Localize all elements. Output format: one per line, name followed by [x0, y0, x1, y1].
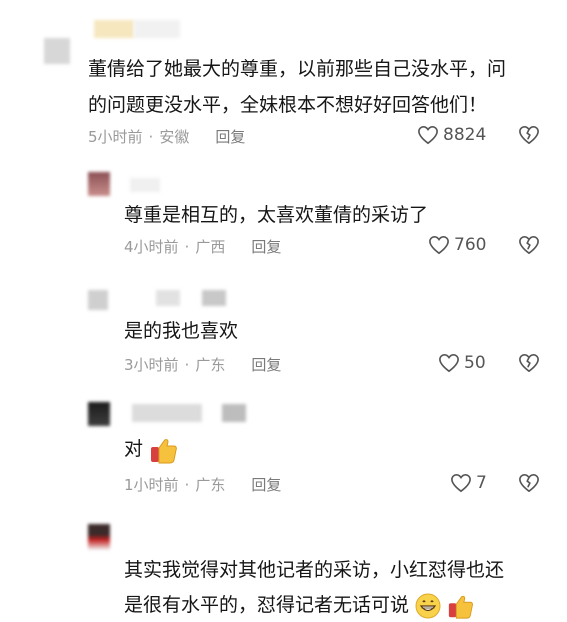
comment-meta: 3小时前 · 广东 回复 — [124, 354, 281, 375]
avatar[interactable] — [44, 38, 70, 64]
comment-meta: 5小时前 · 安徽 回复 — [88, 126, 245, 147]
comment-meta: 1小时前 · 广东 回复 — [124, 474, 281, 495]
separator-dot: · — [184, 355, 190, 374]
username-redacted[interactable] — [94, 20, 134, 38]
thumbs-up-emoji — [151, 438, 177, 463]
username-redacted — [222, 404, 246, 422]
like-button[interactable]: 8824 — [417, 125, 486, 145]
comment-text: 董倩给了她最大的尊重，以前那些自己没水平，问 — [88, 58, 507, 80]
username-redacted — [134, 20, 180, 38]
reply-button[interactable]: 回复 — [215, 126, 245, 147]
like-button[interactable]: 760 — [428, 235, 486, 255]
reply-button[interactable]: 回复 — [251, 354, 281, 375]
separator-dot: · — [184, 475, 190, 494]
reply-button[interactable]: 回复 — [251, 474, 281, 495]
like-count: 7 — [476, 473, 487, 493]
avatar[interactable] — [88, 290, 108, 310]
separator-dot: · — [184, 237, 190, 256]
broken-heart-icon[interactable] — [518, 235, 540, 255]
broken-heart-icon[interactable] — [518, 353, 540, 373]
username-redacted — [130, 178, 160, 192]
comment-text-content: 是很有水平的，怼得记者无话可说 — [124, 594, 410, 616]
username-redacted — [132, 404, 202, 422]
comment-text: 其实我觉得对其他记者的采访，小红怼得也还 — [124, 559, 505, 581]
thumbs-up-emoji — [448, 595, 474, 619]
heart-outline-icon — [451, 473, 471, 493]
username-redacted — [202, 290, 226, 306]
location: 广东 — [195, 476, 226, 494]
avatar[interactable] — [88, 172, 110, 196]
separator-dot: · — [148, 127, 154, 146]
heart-outline-icon — [418, 125, 438, 145]
comment-text: 的问题更没水平，全妹根本不想好好回答他们！ — [88, 94, 488, 116]
grinning-face-emoji — [415, 593, 441, 618]
timestamp: 3小时前 — [124, 356, 179, 374]
location: 安徽 — [159, 128, 190, 146]
comment-text: 尊重是相互的，太喜欢董倩的采访了 — [124, 204, 429, 226]
like-count: 50 — [464, 353, 486, 373]
avatar[interactable] — [88, 524, 110, 550]
location: 广西 — [195, 238, 226, 256]
comment-meta: 4小时前 · 广西 回复 — [124, 236, 281, 257]
timestamp: 4小时前 — [124, 238, 179, 256]
comment-text: 是很有水平的，怼得记者无话可说 — [124, 588, 475, 622]
heart-outline-icon — [429, 235, 449, 255]
timestamp: 5小时前 — [88, 128, 143, 146]
comment-text: 是的我也喜欢 — [124, 320, 239, 342]
heart-outline-icon — [439, 353, 459, 373]
username-redacted — [156, 290, 180, 306]
like-count: 760 — [454, 235, 487, 255]
location: 广东 — [195, 356, 226, 374]
like-button[interactable]: 7 — [450, 473, 487, 493]
avatar[interactable] — [88, 402, 110, 426]
broken-heart-icon[interactable] — [518, 473, 540, 493]
like-count: 8824 — [443, 125, 487, 145]
comment-text: 对 — [124, 432, 179, 466]
reply-button[interactable]: 回复 — [251, 236, 281, 257]
timestamp: 1小时前 — [124, 476, 179, 494]
broken-heart-icon[interactable] — [518, 125, 540, 145]
comment-text-content: 对 — [124, 438, 144, 460]
like-button[interactable]: 50 — [438, 353, 486, 373]
